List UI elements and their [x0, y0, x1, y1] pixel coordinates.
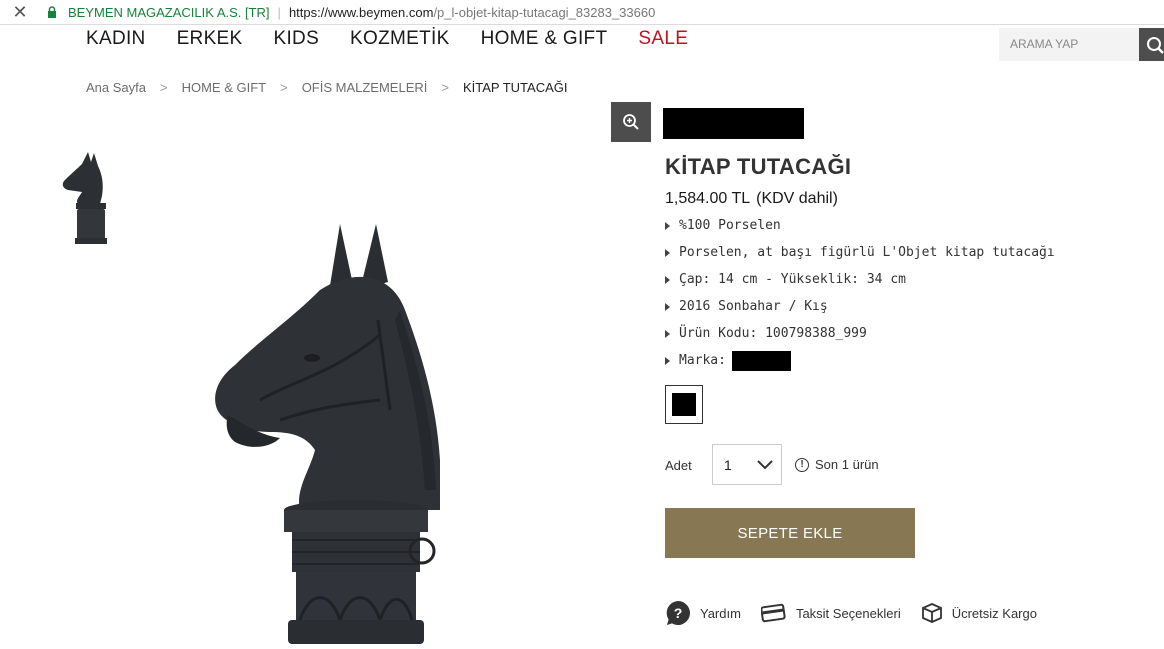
spec-text: Porselen, at başı figürlü L'Objet kitap …	[679, 245, 1055, 260]
url-path: /p_l-objet-kitap-tutacagi_83283_33660	[433, 4, 656, 20]
product-image[interactable]	[200, 210, 480, 649]
main-nav: KADIN ERKEK KIDS KOZMETİK HOME & GIFT SA…	[86, 28, 719, 50]
shipping-label: Ücretsiz Kargo	[951, 605, 1037, 621]
bullet-arrow-icon	[665, 221, 670, 230]
spec-text: Ürün Kodu: 100798388_999	[679, 326, 867, 341]
brand-name-redacted	[731, 350, 791, 371]
spec-item: Ürün Kodu: 100798388_999	[665, 320, 1055, 347]
bullet-arrow-icon	[665, 302, 670, 311]
spec-item-brand: Marka:	[665, 347, 1055, 374]
site-identity[interactable]: BEYMEN MAGAZACILIK A.S. [TR]	[68, 5, 270, 20]
credit-card-icon	[760, 603, 786, 623]
chevron-right-icon: >	[160, 80, 168, 95]
address-separator: |	[277, 4, 281, 20]
nav-item-kozmetik[interactable]: KOZMETİK	[350, 28, 450, 50]
lock-icon	[48, 6, 56, 18]
search-input[interactable]: ARAMA YAP	[999, 28, 1139, 61]
quantity-value: 1	[724, 456, 732, 473]
spec-item: 2016 Sonbahar / Kış	[665, 293, 1055, 320]
nav-item-erkek[interactable]: ERKEK	[177, 28, 243, 50]
breadcrumb-home[interactable]: Ana Sayfa	[86, 80, 146, 95]
chevron-right-icon: >	[441, 80, 449, 95]
zoom-button[interactable]	[611, 102, 651, 142]
search-box: ARAMA YAP	[999, 28, 1164, 61]
bullet-arrow-icon	[665, 248, 670, 257]
help-label: Yardım	[700, 605, 741, 621]
add-to-cart-button[interactable]: SEPETE EKLE	[665, 508, 915, 558]
shipping-link[interactable]: Ücretsiz Kargo	[921, 602, 1037, 624]
product-specs: %100 Porselen Porselen, at başı figürlü …	[665, 212, 1055, 374]
installments-link[interactable]: Taksit Seçenekleri	[760, 603, 901, 623]
spec-text: %100 Porselen	[679, 218, 781, 233]
product-title: KİTAP TUTACAĞI	[665, 154, 852, 179]
help-link[interactable]: ? Yardım	[665, 600, 741, 626]
helper-links: ? Yardım Taksit Seçenekleri Ücretsiz Kar…	[665, 600, 1057, 626]
stock-note: ! Son 1 ürün	[795, 457, 879, 472]
svg-text:?: ?	[674, 605, 683, 621]
bullet-arrow-icon	[665, 329, 670, 338]
chevron-down-icon	[757, 459, 773, 469]
color-swatch-selected[interactable]	[665, 385, 703, 424]
spec-text: Çap: 14 cm - Yükseklik: 34 cm	[679, 272, 906, 287]
breadcrumb-home-gift[interactable]: HOME & GIFT	[182, 80, 267, 95]
close-icon[interactable]: ✕	[0, 0, 40, 25]
url-text[interactable]: https://www.beymen.com/p_l-objet-kitap-t…	[289, 5, 655, 20]
quantity-select[interactable]: 1	[712, 444, 782, 485]
spec-text: 2016 Sonbahar / Kış	[679, 299, 828, 314]
breadcrumb-current: KİTAP TUTACAĞI	[462, 80, 568, 95]
bullet-arrow-icon	[665, 356, 670, 365]
nav-item-kids[interactable]: KIDS	[274, 28, 320, 50]
spec-item: Porselen, at başı figürlü L'Objet kitap …	[665, 239, 1055, 266]
nav-item-home-gift[interactable]: HOME & GIFT	[481, 28, 608, 50]
spec-item: Çap: 14 cm - Yükseklik: 34 cm	[665, 266, 1055, 293]
brand-label: Marka:	[679, 353, 726, 368]
package-icon	[921, 603, 942, 623]
help-icon: ?	[666, 601, 690, 625]
breadcrumb: Ana Sayfa > HOME & GIFT > OFİS MALZEMELE…	[86, 80, 568, 95]
stock-text: Son 1 ürün	[815, 457, 879, 472]
bullet-arrow-icon	[665, 275, 670, 284]
search-button[interactable]	[1139, 28, 1164, 61]
chevron-right-icon: >	[280, 80, 288, 95]
zoom-in-icon	[623, 114, 639, 130]
nav-item-kadin[interactable]: KADIN	[86, 28, 146, 50]
product-thumbnail[interactable]	[58, 148, 120, 248]
breadcrumb-office[interactable]: OFİS MALZEMELERİ	[302, 80, 428, 95]
price-vat: (KDV dahil)	[756, 190, 838, 207]
nav-item-sale[interactable]: SALE	[638, 28, 688, 50]
url-host: https://www.beymen.com	[288, 4, 434, 20]
info-icon: !	[795, 457, 809, 472]
price-value: 1,584.00 TL	[665, 190, 751, 207]
browser-address-bar: ✕ BEYMEN MAGAZACILIK A.S. [TR] | https:/…	[0, 0, 1164, 25]
color-swatch-fill	[672, 393, 696, 416]
spec-item: %100 Porselen	[665, 212, 1055, 239]
brand-logo-redacted	[663, 108, 804, 139]
quantity-label: Adet	[665, 458, 692, 473]
installments-label: Taksit Seçenekleri	[795, 605, 901, 621]
product-price: 1,584.00 TL (KDV dahil)	[665, 190, 838, 208]
search-icon	[1147, 36, 1164, 54]
